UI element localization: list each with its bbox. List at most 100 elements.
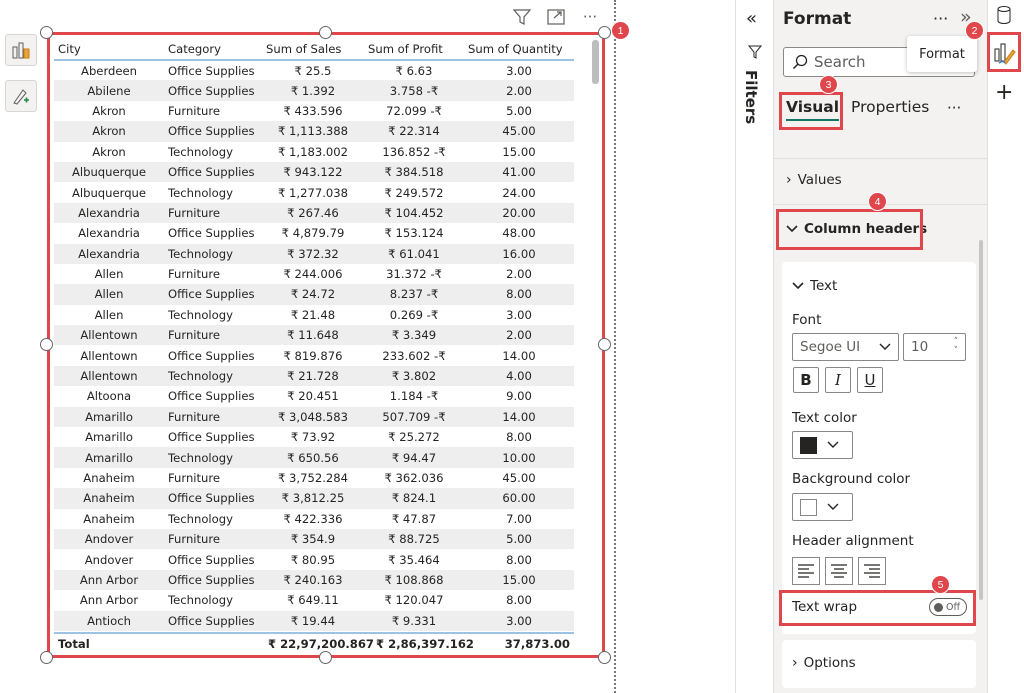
cell-quantity: 5.00 [464,528,574,550]
filter-pane-icon [747,44,763,63]
table-row[interactable]: Amarillo Furniture ₹ 3,048.583 507.709 -₹ 14… [54,406,574,428]
section-options-label: Options [803,655,856,671]
more-options-icon[interactable]: ··· [580,8,600,26]
cell-sales: ₹ 80.95 [290,552,336,567]
table-row[interactable]: Allen Technology ₹ 21.48 0.269 -₹ 3.00 [54,305,574,325]
cell-category: Technology [164,447,262,468]
table-row[interactable]: Akron Furniture ₹ 433.596 72.099 -₹ 5.00 [54,101,574,121]
table-row[interactable]: Allentown Furniture ₹ 11.648 ₹ 3.349 2.00 [54,325,574,346]
table-row[interactable]: Akron Office Supplies ₹ 1,113.388 ₹ 22.314 4… [54,121,574,142]
table-row[interactable]: Albuquerque Technology ₹ 1,277.038 ₹ 249.57… [54,182,574,202]
table-row[interactable]: Alexandria Technology ₹ 372.32 ₹ 61.041 16.0… [54,243,574,264]
format-pane-scrollbar[interactable] [979,240,983,600]
annotation-badge-1: 1 [611,21,630,40]
table-row[interactable]: Aberdeen Office Supplies ₹ 25.5 ₹ 6.63 3.00 [54,60,574,80]
section-options[interactable]: › Options [792,655,856,671]
table-row[interactable]: Antioch Office Supplies ₹ 19.44 ₹ 9.331 3.00 [54,610,574,631]
highlight-column-headers [776,209,923,250]
cell-city: Ann Arbor [54,569,164,591]
font-family-dropdown[interactable]: Segoe UI [792,333,899,361]
search-placeholder: Search [814,53,866,71]
data-pane-icon[interactable] [996,5,1012,29]
table-row[interactable]: Alexandria Furniture ₹ 267.46 ₹ 104.452 20.0… [54,202,574,224]
table-row[interactable]: Allen Office Supplies ₹ 24.72 8.237 -₹ 8.00 [54,284,574,305]
italic-button[interactable]: I [825,367,851,393]
cell-category: Office Supplies [164,569,262,591]
cell-quantity: 41.00 [464,161,574,183]
cell-profit: ₹ 384.518 [364,161,464,183]
table-row[interactable]: Amarillo Technology ₹ 650.56 ₹ 94.47 10.00 [54,447,574,468]
table-row[interactable]: Allen Furniture ₹ 244.006 31.372 -₹ 2.00 [54,264,574,284]
cell-city: Allentown [54,365,164,387]
column-header-city[interactable]: City [54,38,164,61]
table-row[interactable]: Abilene Office Supplies ₹ 1.392 3.758 -₹ 2.0… [54,80,574,101]
cell-city: Alexandria [78,226,140,241]
analytics-button[interactable] [5,80,37,112]
subsection-text[interactable]: Text [792,278,837,294]
cell-quantity: 20.00 [464,202,574,224]
cell-profit: ₹ 3.349 [364,325,464,346]
table-row[interactable]: Alexandria Office Supplies ₹ 4,879.79 ₹ 153… [54,223,574,243]
filter-icon[interactable] [512,8,532,26]
text-color-label: Text color [792,410,857,426]
cell-profit: ₹ 22.314 [364,121,464,142]
resize-handle-top-right[interactable] [598,26,611,39]
resize-handle-top-left[interactable] [40,26,53,39]
cell-sales: ₹ 650.56 [262,447,364,468]
add-pane-icon[interactable]: + [995,80,1013,105]
resize-handle-bottom-left[interactable] [40,651,53,664]
resize-handle-left[interactable] [40,338,53,351]
column-header-sales[interactable]: Sum of Sales [262,38,364,61]
bold-button[interactable]: B [793,367,819,393]
cell-city: Amarillo [54,447,164,468]
column-header-profit[interactable]: Sum of Profit [364,38,464,61]
cell-sales: ₹ 649.11 [287,593,339,608]
table-row[interactable]: Ann Arbor Technology ₹ 649.11 ₹ 120.047 8.00 [54,590,574,610]
cell-city: Akron [92,103,126,118]
font-size-stepper[interactable]: 10 ˄ ˅ [903,333,966,361]
resize-handle-bottom-right[interactable] [598,651,611,664]
underline-button[interactable]: U [857,367,883,393]
table-row[interactable]: Amarillo Office Supplies ₹ 73.92 ₹ 25.272 8.… [54,427,574,447]
cell-profit: ₹ 824.1 [364,488,464,509]
text-color-picker[interactable] [792,431,853,459]
table-scrollbar[interactable] [592,40,599,84]
align-left-button[interactable] [792,557,820,585]
header-alignment-label: Header alignment [792,533,914,549]
background-color-picker[interactable] [792,493,853,521]
align-center-button[interactable] [825,557,853,585]
table-row[interactable]: Albuquerque Office Supplies ₹ 943.122 ₹ 384… [54,161,574,183]
align-right-button[interactable] [858,557,886,585]
table-row[interactable]: Akron Technology ₹ 1,183.002 136.852 -₹ 15.0… [54,142,574,162]
build-visual-icon [12,42,30,59]
canvas-divider [614,0,616,693]
collapse-filters-icon[interactable]: « [746,8,757,29]
column-header-category[interactable]: Category [164,38,262,61]
table-row[interactable]: Allentown Technology ₹ 21.728 ₹ 3.802 4.00 [54,365,574,387]
table-row[interactable]: Anaheim Office Supplies ₹ 3,812.25 ₹ 824.1 6… [54,488,574,509]
cell-category: Office Supplies [168,63,255,78]
resize-handle-right[interactable] [598,338,611,351]
table-row[interactable]: Anaheim Furniture ₹ 3,752.284 ₹ 362.036 45.0… [54,468,574,488]
table-row[interactable]: Allentown Office Supplies ₹ 819.876 233.602… [54,345,574,365]
column-header-quantity[interactable]: Sum of Quantity [464,38,574,61]
cell-quantity: 3.00 [506,307,532,322]
filters-label[interactable]: Filters [742,70,760,124]
tab-properties[interactable]: Properties [851,98,929,116]
cell-quantity: 2.00 [464,325,574,346]
table-row[interactable]: Altoona Office Supplies ₹ 20.451 1.184 -₹ 9.… [54,386,574,406]
cell-sales: ₹ 11.648 [262,325,364,346]
cell-category: Office Supplies [168,389,255,404]
table-row[interactable]: Ann Arbor Office Supplies ₹ 240.163 ₹ 108.8… [54,569,574,591]
format-more-options[interactable]: ··· [933,9,948,28]
cell-city: Aberdeen [81,63,137,78]
cell-profit: ₹ 104.452 [364,202,464,224]
focus-mode-icon[interactable] [546,8,566,26]
table-row[interactable]: Anaheim Technology ₹ 422.336 ₹ 47.87 7.00 [54,509,574,529]
cell-sales: ₹ 267.46 [262,202,364,224]
tabs-more-options[interactable]: ··· [947,99,961,117]
build-visual-button[interactable] [5,34,37,66]
table-row[interactable]: Andover Office Supplies ₹ 80.95 ₹ 35.464 8.0… [54,549,574,569]
table-row[interactable]: Andover Furniture ₹ 354.9 ₹ 88.725 5.00 [54,528,574,550]
section-values[interactable]: › Values [786,172,842,188]
